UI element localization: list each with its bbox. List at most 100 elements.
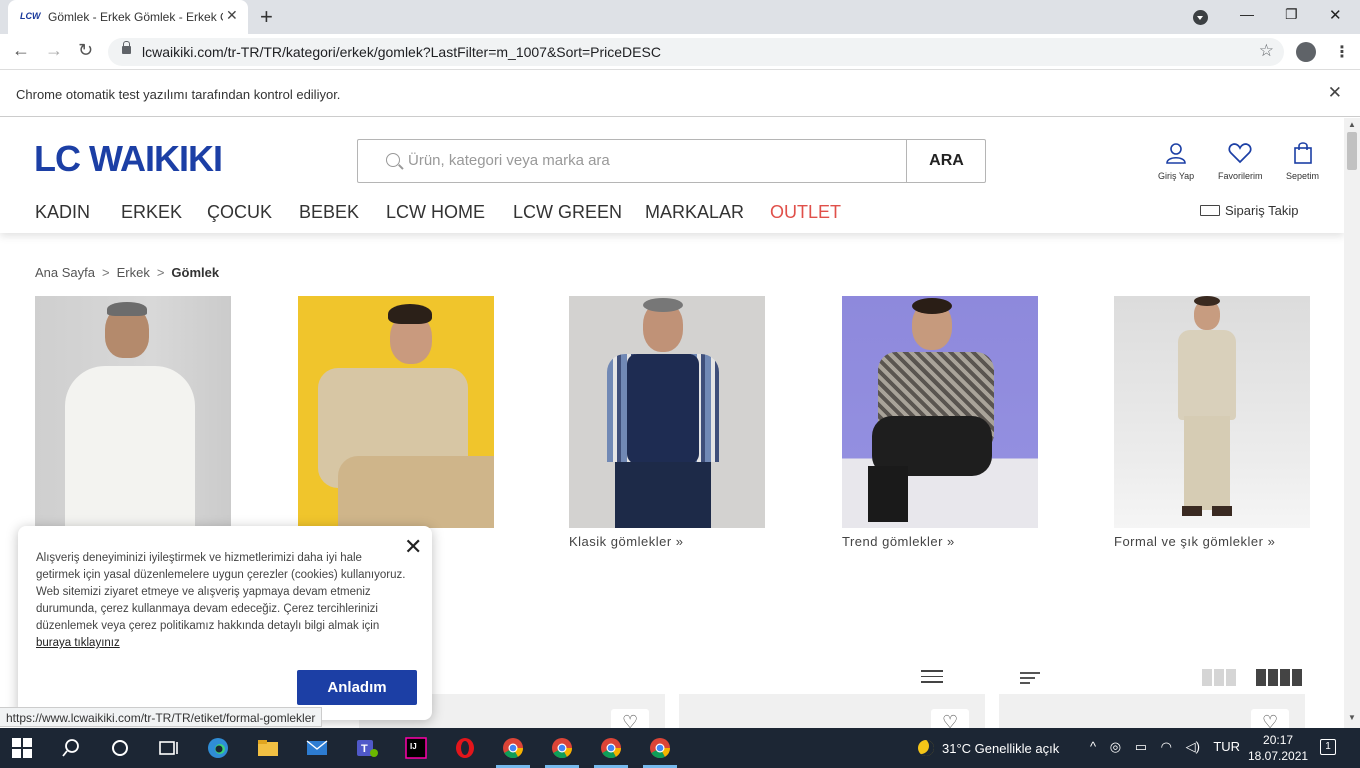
nav-item-erkek[interactable]: ERKEK — [121, 202, 182, 223]
order-tracking-label: Sipariş Takip — [1225, 203, 1299, 218]
favorite-heart-icon[interactable] — [611, 709, 649, 728]
bookmark-star-icon[interactable]: ☆ — [1259, 41, 1274, 61]
category-card-keten[interactable] — [35, 296, 231, 534]
taskbar-clock[interactable]: 20:17 18.07.2021 — [1248, 732, 1308, 764]
nav-item-lcw-green[interactable]: LCW GREEN — [513, 202, 622, 223]
forward-icon[interactable]: → — [45, 40, 63, 61]
nav-item-markalar[interactable]: MARKALAR — [645, 202, 744, 223]
favorites-link[interactable]: Favorilerim — [1218, 142, 1263, 181]
browser-toolbar: ← → ↻ lcwaikiki.com/tr-TR/TR/kategori/er… — [0, 34, 1360, 70]
reload-icon[interactable]: ↻ — [78, 40, 93, 61]
file-explorer-icon[interactable] — [256, 736, 280, 760]
windows-start-icon[interactable] — [12, 738, 32, 758]
notification-count: 1 — [1325, 741, 1331, 752]
product-card[interactable] — [999, 694, 1305, 728]
lock-icon[interactable] — [122, 41, 131, 54]
site-logo[interactable]: LC WAIKIKI — [34, 138, 223, 180]
nav-item-cocuk[interactable]: ÇOCUK — [207, 202, 272, 223]
user-icon — [1166, 143, 1186, 164]
nav-item-lcw-home[interactable]: LCW HOME — [386, 202, 485, 223]
grid-4-columns-icon[interactable] — [1256, 669, 1304, 686]
login-label: Giriş Yap — [1158, 171, 1195, 181]
category-card-formal[interactable]: Formal ve şık gömlekler » — [1114, 296, 1310, 549]
page-scrollbar[interactable]: ▲ ▼ — [1344, 118, 1360, 728]
chrome-menu-icon[interactable]: ⋮ — [1334, 42, 1350, 62]
breadcrumb-home[interactable]: Ana Sayfa — [35, 265, 95, 280]
show-hidden-icons-icon[interactable]: ^ — [1090, 739, 1096, 754]
favorites-label: Favorilerim — [1218, 171, 1263, 181]
meet-now-icon[interactable]: ◎ — [1110, 739, 1121, 754]
cortana-icon[interactable] — [108, 736, 132, 760]
nav-item-outlet[interactable]: OUTLET — [770, 202, 841, 223]
scroll-thumb[interactable] — [1347, 132, 1357, 170]
window-close-icon[interactable]: ✕ — [1329, 6, 1342, 24]
search-icon — [386, 153, 400, 167]
tab-search-icon[interactable] — [1193, 10, 1208, 25]
weather-text: 31°C Genellikle açık — [942, 741, 1060, 756]
search-button[interactable]: ARA — [906, 140, 986, 182]
minimize-icon[interactable]: — — [1240, 6, 1254, 22]
category-image — [569, 296, 765, 528]
teams-icon[interactable]: T — [355, 736, 379, 760]
profile-avatar-icon[interactable] — [1296, 42, 1316, 62]
tab-favicon: LCW — [20, 11, 41, 21]
intellij-icon[interactable]: IJ — [404, 736, 428, 760]
tab-title: Gömlek - Erkek Gömlek - Erkek G — [48, 10, 223, 24]
cart-link[interactable]: Sepetim — [1286, 142, 1319, 181]
filter-sliders-icon[interactable] — [921, 670, 943, 684]
clock-date: 18.07.2021 — [1248, 749, 1309, 763]
url-text[interactable]: lcwaikiki.com/tr-TR/TR/kategori/erkek/go… — [142, 44, 661, 60]
restore-icon[interactable]: ❐ — [1285, 6, 1298, 23]
notification-center-icon[interactable]: 1 — [1320, 739, 1336, 755]
back-icon[interactable]: ← — [12, 40, 30, 61]
category-card-klasik[interactable]: Klasik gömlekler » — [569, 296, 765, 549]
edge-icon[interactable] — [206, 736, 230, 760]
category-card-trend[interactable]: Trend gömlekler » — [842, 296, 1038, 549]
opera-icon[interactable] — [453, 736, 477, 760]
cookie-accept-button[interactable]: Anladım — [297, 670, 417, 705]
infobar-close-icon[interactable]: ✕ — [1328, 83, 1342, 103]
svg-text:T: T — [361, 743, 368, 755]
browser-tab[interactable]: LCW Gömlek - Erkek Gömlek - Erkek G ✕ — [8, 0, 248, 34]
language-indicator[interactable]: TUR — [1213, 739, 1240, 754]
search-input[interactable] — [408, 152, 888, 169]
product-card[interactable] — [679, 694, 985, 728]
scroll-up-icon[interactable]: ▲ — [1348, 120, 1356, 129]
category-card-2[interactable]: » — [298, 296, 494, 549]
wifi-icon[interactable]: ◠ — [1161, 739, 1172, 754]
login-link[interactable]: Giriş Yap — [1158, 142, 1194, 181]
grid-3-columns-icon[interactable] — [1202, 669, 1238, 686]
chrome-icon[interactable] — [550, 736, 574, 760]
nav-item-kadin[interactable]: KADIN — [35, 202, 90, 223]
order-tracking-link[interactable]: Sipariş Takip — [1200, 203, 1298, 218]
volume-icon[interactable]: ◁) — [1186, 739, 1200, 754]
category-image — [35, 296, 231, 528]
nav-item-bebek[interactable]: BEBEK — [299, 202, 359, 223]
new-tab-icon[interactable]: + — [260, 4, 273, 30]
chrome-icon[interactable] — [501, 736, 525, 760]
category-image — [298, 296, 494, 528]
battery-icon[interactable]: ▭ — [1135, 739, 1147, 754]
category-image — [1114, 296, 1310, 528]
address-bar[interactable]: lcwaikiki.com/tr-TR/TR/kategori/erkek/go… — [108, 38, 1284, 66]
search-icon[interactable] — [62, 736, 86, 760]
tab-close-icon[interactable]: ✕ — [226, 7, 238, 24]
task-view-icon[interactable] — [156, 736, 180, 760]
favorite-heart-icon[interactable] — [1251, 709, 1289, 728]
category-label: Trend gömlekler » — [842, 534, 955, 549]
windows-taskbar: T IJ 31°C Genellikle açık ^ ◎ ▭ ◠ ◁) TUR… — [0, 728, 1360, 768]
breadcrumb-erkek[interactable]: Erkek — [117, 265, 150, 280]
scroll-down-icon[interactable]: ▼ — [1348, 713, 1356, 722]
cookie-policy-link[interactable]: buraya tıklayınız — [36, 637, 120, 649]
chrome-icon[interactable] — [648, 736, 672, 760]
cookie-text: Alışveriş deneyiminizi iyileştirmek ve h… — [36, 550, 408, 652]
mail-icon[interactable] — [305, 736, 329, 760]
weather-widget[interactable]: 31°C Genellikle açık — [918, 740, 1059, 756]
cart-label: Sepetim — [1286, 171, 1320, 181]
sort-icon[interactable] — [1020, 672, 1040, 684]
breadcrumb: Ana Sayfa > Erkek > Gömlek — [35, 265, 219, 280]
favorite-heart-icon[interactable] — [931, 709, 969, 728]
chrome-icon[interactable] — [599, 736, 623, 760]
page-viewport: LC WAIKIKI ARA Giriş Yap Favorilerim S — [0, 118, 1344, 728]
category-image — [842, 296, 1038, 528]
